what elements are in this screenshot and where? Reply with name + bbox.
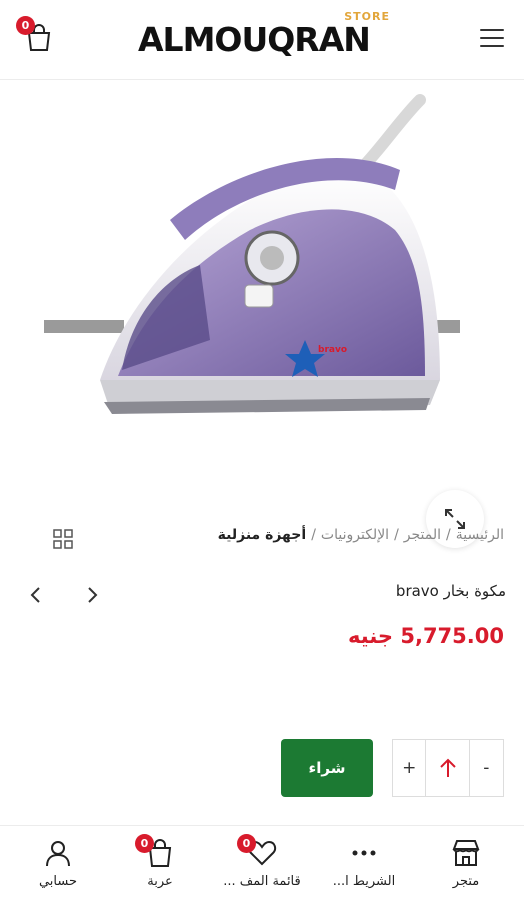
nav-store-label: متجر: [452, 874, 480, 889]
grid-icon: [53, 529, 73, 549]
bottom-navigation: حسابي 0 عربة 0 قائمة المف ... الشريط ا..…: [0, 825, 524, 900]
breadcrumb-store-link[interactable]: المتجر: [404, 527, 441, 543]
breadcrumb: الرئيسية/المتجر/الإلكترونيات/أجهزة منزلي…: [218, 527, 504, 543]
nav-account-label: حسابي: [38, 874, 78, 889]
nav-cart-label: عربة: [147, 874, 173, 889]
product-title: مكوة بخار bravo: [395, 582, 506, 600]
breadcrumb-category-link[interactable]: الإلكترونيات: [321, 527, 389, 543]
nav-wishlist-label: قائمة المف ...: [223, 874, 301, 889]
quantity-increase-button[interactable]: +: [393, 740, 427, 796]
quantity-input[interactable]: [426, 740, 470, 796]
svg-text:bravo: bravo: [318, 345, 347, 355]
quantity-decrease-button[interactable]: -: [470, 740, 503, 796]
menu-line-icon: [480, 29, 504, 31]
nav-wishlist-count-badge: 0: [237, 834, 256, 853]
nav-store[interactable]: متجر: [414, 826, 518, 900]
user-icon: [46, 841, 70, 867]
chevron-right-icon: [88, 587, 98, 603]
grid-view-button[interactable]: [52, 528, 74, 550]
nav-sidebar-label: الشريط ا...: [332, 874, 396, 889]
breadcrumb-separator: /: [311, 527, 316, 543]
breadcrumb-home-link[interactable]: الرئيسية: [456, 527, 504, 543]
header-cart-button[interactable]: 0: [16, 16, 60, 60]
nav-sidebar[interactable]: الشريط ا...: [312, 826, 416, 900]
store-logo[interactable]: ALMOUQRAN STORE: [138, 8, 392, 72]
breadcrumb-separator: /: [446, 527, 451, 543]
product-image[interactable]: bravo: [0, 80, 524, 548]
product-price: 5,775.00 جنيه: [348, 624, 504, 648]
steam-iron-image: bravo: [44, 94, 460, 414]
logo-store-label: STORE: [344, 10, 390, 23]
logo-text: ALMOUQRAN: [138, 20, 371, 59]
quantity-stepper: + -: [392, 739, 504, 797]
nav-wishlist[interactable]: 0 قائمة المف ...: [210, 826, 314, 900]
more-dots-icon: [352, 850, 376, 856]
header: 0 ALMOUQRAN STORE: [0, 0, 524, 80]
breadcrumb-separator: /: [394, 527, 399, 543]
chevron-left-icon: [30, 587, 40, 603]
up-arrow-icon: [439, 758, 456, 777]
buy-button[interactable]: شراء: [281, 739, 373, 797]
breadcrumb-current[interactable]: أجهزة منزلية: [218, 527, 307, 543]
next-product-button[interactable]: [80, 583, 104, 607]
nav-account[interactable]: حسابي: [6, 826, 110, 900]
menu-line-icon: [480, 37, 504, 39]
hamburger-menu-button[interactable]: [476, 22, 508, 54]
previous-product-button[interactable]: [24, 583, 48, 607]
store-icon: [452, 840, 480, 866]
menu-line-icon: [480, 45, 504, 47]
cart-count-badge: 0: [16, 16, 35, 35]
nav-cart-count-badge: 0: [135, 834, 154, 853]
nav-cart[interactable]: 0 عربة: [108, 826, 212, 900]
